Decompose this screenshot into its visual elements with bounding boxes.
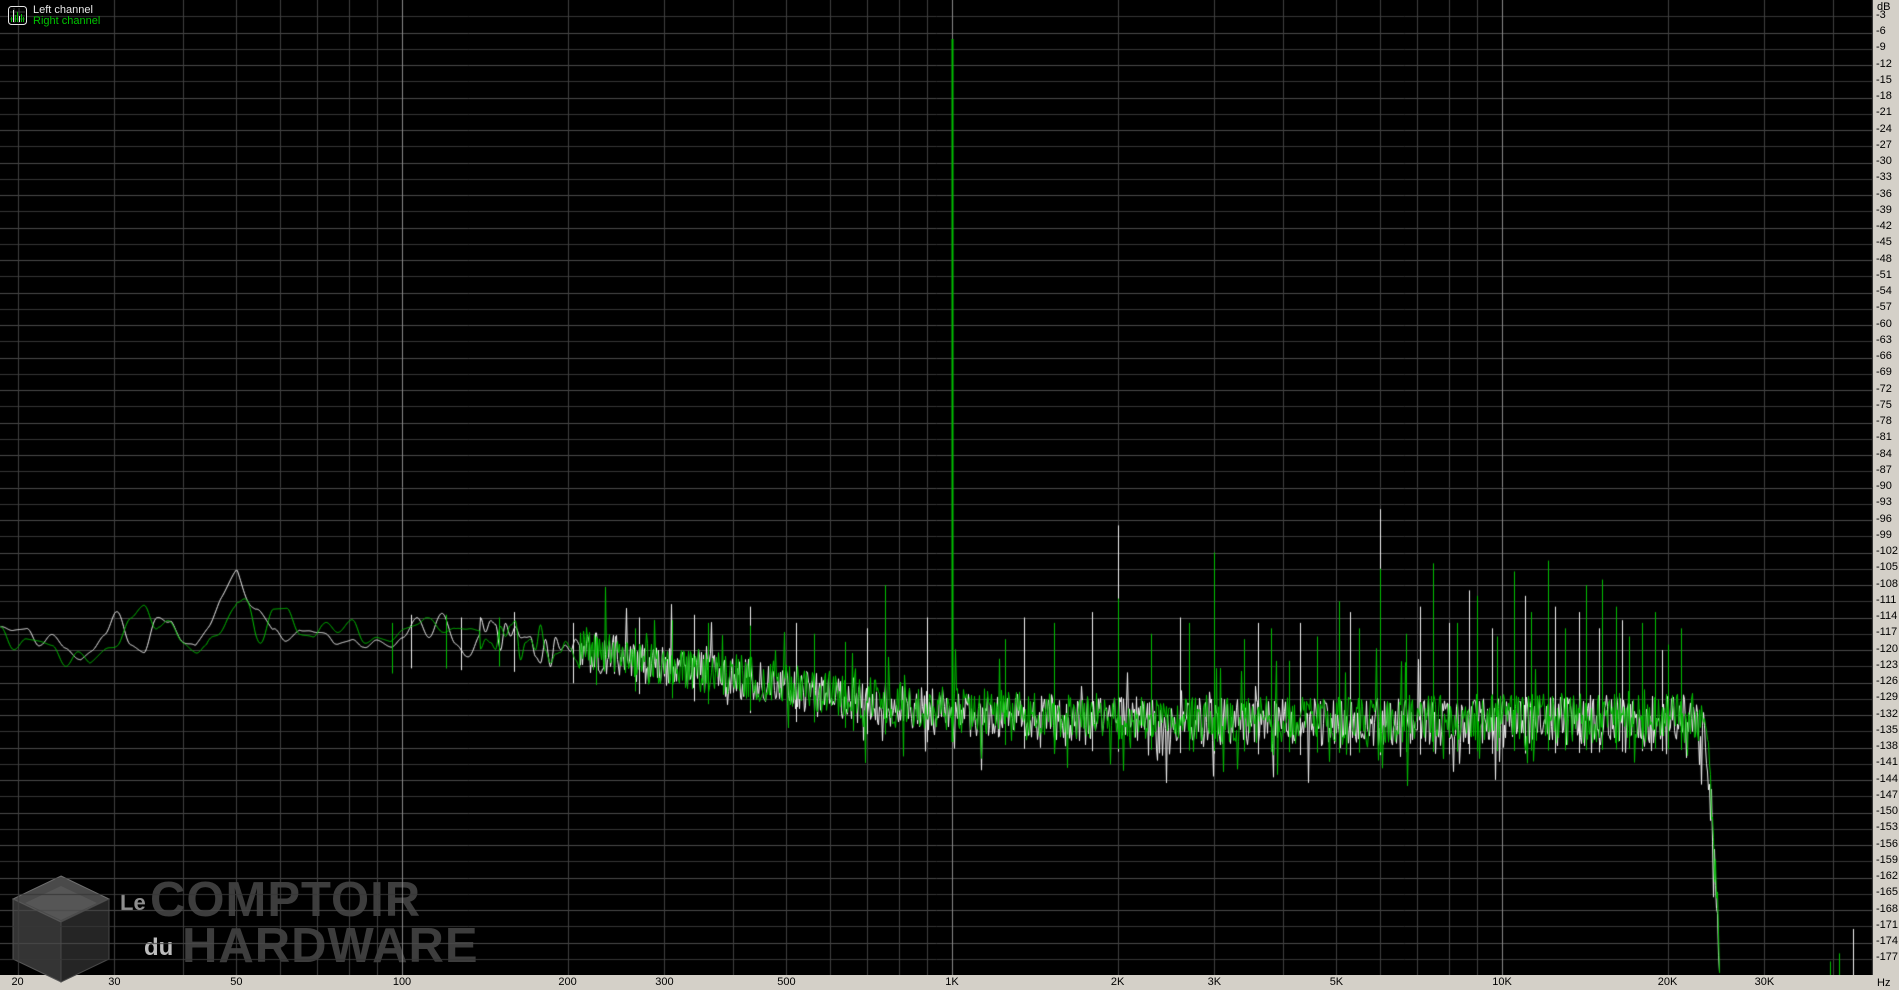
spectrum-analyzer-window: Le COMPTOIR du HARDWARE -3-6-9-12-15-18-…: [0, 0, 1899, 990]
y-axis-gutter: [1873, 0, 1899, 975]
mini-spectrum-icon: [8, 6, 27, 25]
legend-right-channel: Right channel: [33, 16, 100, 27]
y-axis-unit-label: dB: [1877, 1, 1890, 13]
x-axis-unit-label: Hz: [1877, 977, 1890, 989]
spectrum-plot-canvas: [0, 0, 1873, 975]
